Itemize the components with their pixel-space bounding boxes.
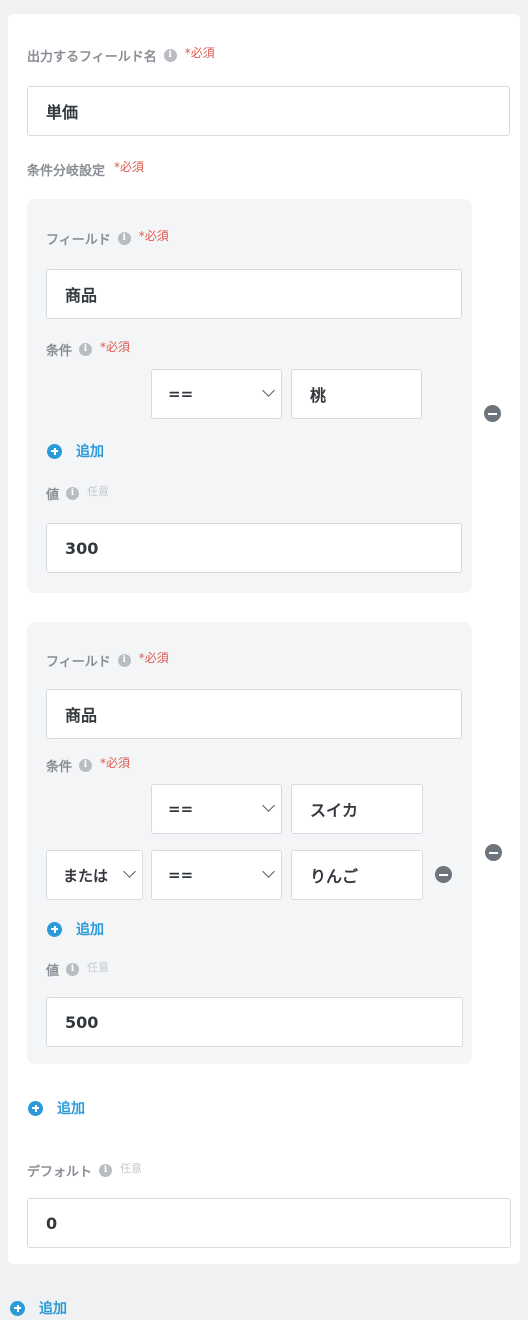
chevron-down-icon	[262, 865, 275, 878]
required-mark: *必須	[184, 46, 215, 60]
field-input[interactable]: 商品	[46, 689, 462, 739]
value-input[interactable]: 300	[46, 523, 462, 573]
required-mark: *必須	[100, 756, 131, 770]
add-icon	[47, 443, 62, 459]
required-mark: *必須	[138, 229, 169, 243]
add-icon	[10, 1300, 25, 1316]
chevron-down-icon	[262, 799, 275, 812]
add-branch-button[interactable]: 追加	[28, 1098, 85, 1118]
value-value: 300	[65, 538, 99, 558]
output-field-input[interactable]: 単価	[27, 86, 510, 136]
remove-branch-icon[interactable]	[485, 844, 502, 861]
condition-label-row: 条件 i *必須	[46, 340, 130, 359]
add-condition-label: 追加	[76, 922, 104, 938]
operator-select[interactable]: ==	[151, 784, 282, 834]
info-icon[interactable]: i	[163, 49, 177, 62]
logic-select[interactable]: または	[46, 850, 143, 900]
output-field-label: 出力するフィールド名	[27, 50, 157, 65]
operator-select[interactable]: ==	[151, 369, 282, 419]
operator-value: ==	[168, 866, 194, 884]
info-icon[interactable]: i	[79, 759, 93, 772]
value-input[interactable]: 500	[46, 997, 463, 1047]
field-label: フィールド	[46, 233, 111, 248]
operator-value: ==	[168, 800, 194, 818]
operator-value: ==	[168, 385, 194, 403]
logic-value: または	[63, 866, 109, 885]
field-label: フィールド	[46, 655, 111, 670]
remove-branch-icon[interactable]	[484, 405, 501, 422]
add-icon	[28, 1100, 43, 1116]
info-icon[interactable]: i	[99, 1164, 113, 1177]
settings-card: 出力するフィールド名 i *必須 単価 条件分岐設定 *必須 フィールド i *…	[8, 14, 520, 1264]
optional-mark: 任意	[87, 960, 110, 974]
condition-value-input[interactable]: スイカ	[291, 784, 423, 834]
default-input[interactable]: 0	[27, 1198, 511, 1248]
field-input[interactable]: 商品	[46, 269, 462, 319]
field-label-row: フィールド i *必須	[46, 229, 169, 248]
chevron-down-icon	[262, 384, 275, 397]
condition-value-input[interactable]: りんご	[291, 850, 423, 900]
condition-value: スイカ	[310, 801, 359, 820]
required-mark: *必須	[114, 160, 145, 174]
info-icon[interactable]: i	[79, 343, 93, 356]
info-icon[interactable]: i	[117, 232, 131, 245]
branch-group-2: フィールド i *必須 商品 条件 i *必須 == スイカ または == りん…	[27, 622, 472, 1064]
default-label: デフォルト	[27, 1165, 93, 1180]
condition-value: 桃	[310, 386, 327, 405]
condition-value: りんご	[310, 867, 359, 886]
branch-settings-label-row: 条件分岐設定 *必須	[27, 160, 144, 179]
value-value: 500	[65, 1012, 99, 1032]
add-icon	[47, 921, 62, 937]
default-value: 0	[46, 1213, 58, 1233]
remove-condition-icon[interactable]	[435, 866, 452, 883]
operator-select[interactable]: ==	[151, 850, 282, 900]
condition-label: 条件	[46, 344, 73, 359]
field-value: 商品	[65, 286, 98, 305]
branch-settings-label: 条件分岐設定	[27, 164, 106, 179]
required-mark: *必須	[138, 651, 169, 665]
field-value: 商品	[65, 706, 98, 725]
value-label-row: 値 i 任意	[46, 960, 110, 980]
condition-label-row: 条件 i *必須	[46, 756, 130, 775]
output-field-label-row: 出力するフィールド名 i *必須	[27, 46, 215, 65]
add-field-label: 追加	[39, 1301, 67, 1317]
chevron-down-icon	[123, 865, 136, 878]
info-icon[interactable]: i	[66, 487, 80, 500]
add-field-button[interactable]: 追加	[10, 1298, 67, 1318]
value-label: 値	[46, 488, 60, 503]
add-condition-button[interactable]: 追加	[47, 919, 104, 939]
add-condition-button[interactable]: 追加	[47, 441, 104, 461]
output-field-value: 単価	[46, 103, 79, 122]
value-label: 値	[46, 964, 60, 979]
add-condition-label: 追加	[76, 444, 104, 460]
optional-mark: 任意	[87, 484, 110, 498]
condition-value-input[interactable]: 桃	[291, 369, 422, 419]
optional-mark: 任意	[120, 1161, 143, 1175]
branch-group-1: フィールド i *必須 商品 条件 i *必須 == 桃 追加 値 i 任意 3…	[27, 199, 472, 593]
condition-label: 条件	[46, 760, 73, 775]
info-icon[interactable]: i	[66, 963, 80, 976]
info-icon[interactable]: i	[117, 654, 131, 667]
field-label-row: フィールド i *必須	[46, 651, 169, 670]
value-label-row: 値 i 任意	[46, 484, 110, 504]
add-branch-label: 追加	[57, 1101, 85, 1117]
default-label-row: デフォルト i 任意	[27, 1161, 143, 1181]
required-mark: *必須	[100, 340, 131, 354]
